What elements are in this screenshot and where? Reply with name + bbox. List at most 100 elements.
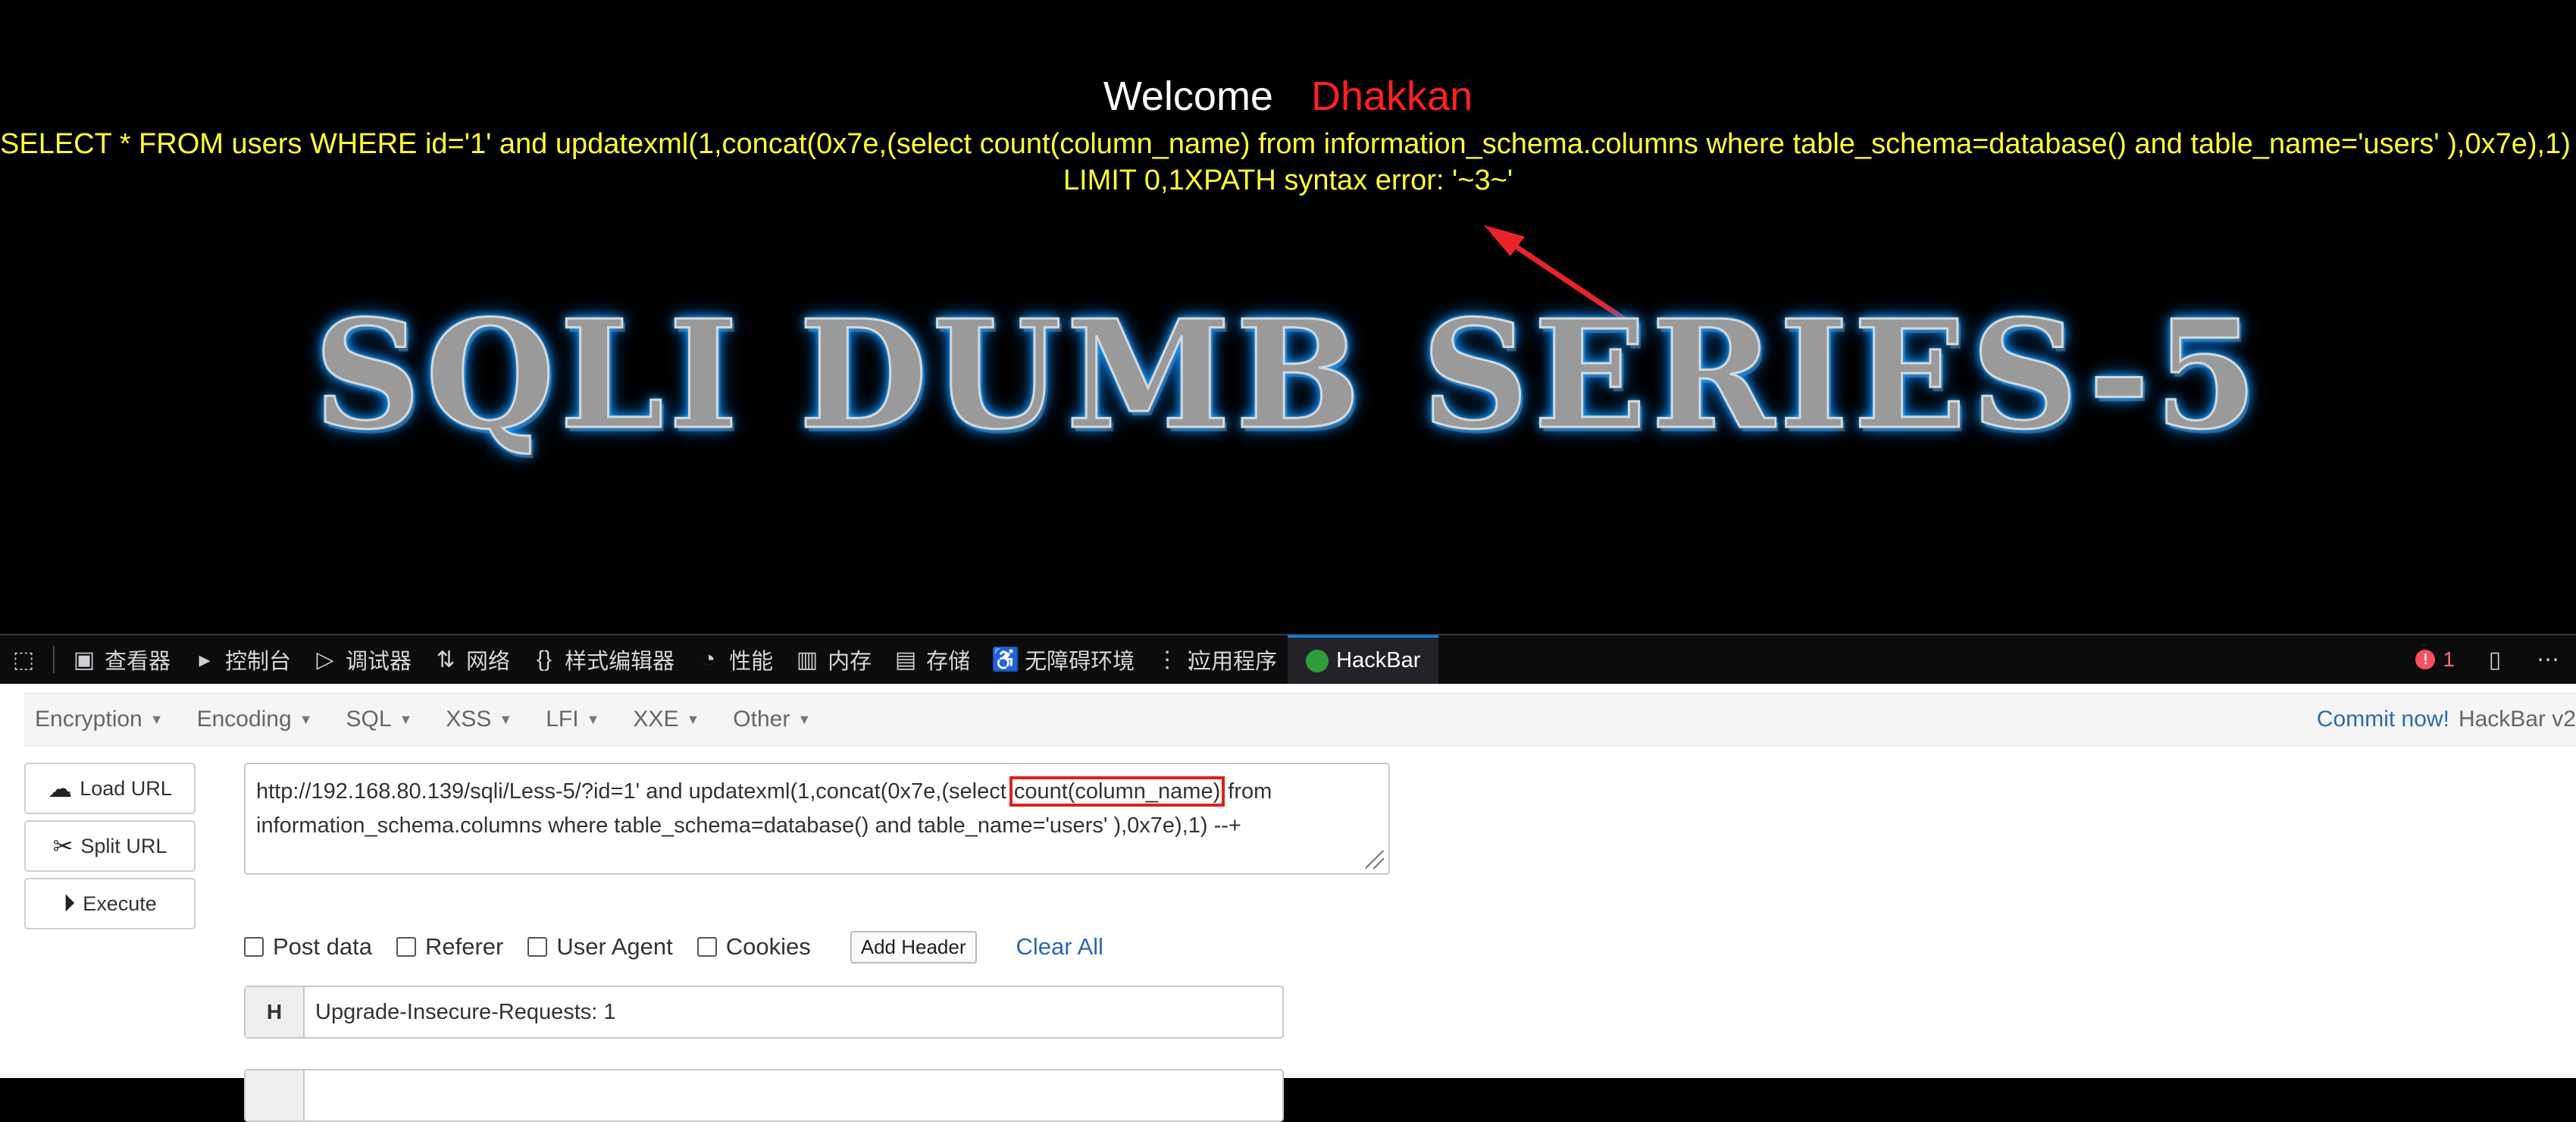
menu-sql[interactable]: SQL ▼ <box>336 707 413 732</box>
commit-now-link[interactable]: Commit now! <box>2317 707 2449 732</box>
checkbox-icon <box>696 937 717 957</box>
referer-label: Referer <box>424 933 504 960</box>
header-label: H <box>246 987 305 1037</box>
caret-down-icon: ▼ <box>499 711 513 727</box>
hackbar-panel: Encryption ▼ Encoding ▼ SQL ▼ XSS ▼ LFI ▼ XXE ▼ Othe… <box>0 684 2576 1122</box>
menu-encryption[interactable]: Encryption ▼ <box>24 707 164 732</box>
cloud-download-icon: ☁ <box>48 775 73 802</box>
post-data-checkbox[interactable]: Post data <box>244 933 372 961</box>
url-text-part2: from <box>1222 779 1272 804</box>
tab-console[interactable]: ▸ 控制台 <box>181 635 302 684</box>
header-row[interactable] <box>244 1069 1284 1122</box>
user-agent-label: User Agent <box>556 933 673 960</box>
tab-hackbar[interactable]: HackBar <box>1288 635 1439 684</box>
split-url-label: Split URL <box>80 834 167 857</box>
tab-label: 性能 <box>729 650 774 674</box>
tab-label: 应用程序 <box>1189 650 1278 674</box>
cookies-checkbox[interactable]: Cookies <box>696 933 811 961</box>
checkbox-icon <box>244 937 264 957</box>
error-icon: ! <box>2415 650 2436 669</box>
menu-label: SQL <box>346 707 392 732</box>
caret-down-icon: ▼ <box>797 711 812 727</box>
network-icon: ⇅ <box>436 647 455 672</box>
tab-label: 内存 <box>828 650 872 674</box>
cookies-label: Cookies <box>725 933 811 960</box>
caret-down-icon: ▼ <box>586 711 600 727</box>
url-textarea[interactable]: http://192.168.80.139/sqli/Less-5/?id=1'… <box>244 763 1390 875</box>
url-highlighted-payload: count(column_name) <box>1009 776 1225 807</box>
tab-memory[interactable]: ▥ 内存 <box>784 635 882 684</box>
menu-lfi[interactable]: LFI ▼ <box>535 707 599 732</box>
tab-label: HackBar <box>1336 648 1421 672</box>
console-icon: ▸ <box>199 647 211 672</box>
tab-style-editor[interactable]: {} 样式编辑器 <box>521 635 685 684</box>
tab-debugger[interactable]: ▷ 调试器 <box>302 635 422 684</box>
accessibility-icon: ♿ <box>991 647 1020 672</box>
caret-down-icon: ▼ <box>149 711 164 727</box>
devtools-toolbar: ⬚ ▣ 查看器 ▸ 控制台 ▷ 调试器 ⇅ 网络{} 样式编辑器 ◔ 性能 ▥ 内存 ▤ 存储 ♿ 无障碍环境 ⋮… <box>0 634 2576 685</box>
resize-handle-icon[interactable] <box>1366 851 1384 869</box>
execute-button[interactable]: ⏵ Execute <box>24 878 196 929</box>
hackbar-version: HackBar v2 <box>2458 707 2576 732</box>
add-header-button[interactable]: Add Header <box>850 930 977 964</box>
hackbar-menu: Encryption ▼ Encoding ▼ SQL ▼ XSS ▼ LFI ▼ XXE ▼ Othe… <box>24 693 2576 746</box>
header-value[interactable]: Upgrade-Insecure-Requests: 1 <box>305 987 616 1037</box>
caret-down-icon: ▼ <box>399 711 413 727</box>
caret-down-icon: ▼ <box>686 711 700 727</box>
pick-element-icon: ⬚ <box>12 647 35 672</box>
style-editor-icon: {} <box>537 647 552 672</box>
tab-storage[interactable]: ▤ 存储 <box>882 635 981 684</box>
menu-label: Encoding <box>196 707 292 732</box>
memory-icon: ▥ <box>796 647 818 672</box>
menu-xss[interactable]: XSS ▼ <box>435 707 512 732</box>
split-url-button[interactable]: ✂ Split URL <box>24 820 196 872</box>
request-options: Post data Referer User Agent Cookies Add… <box>244 929 1103 964</box>
menu-label: Other <box>733 707 790 732</box>
tab-label: 存储 <box>926 650 971 674</box>
menu-label: XSS <box>446 707 492 732</box>
tab-label: 控制台 <box>225 650 292 674</box>
more-options-icon[interactable]: ⋯ <box>2535 647 2561 673</box>
menu-xxe[interactable]: XXE ▼ <box>622 707 700 732</box>
play-circle-icon: ⏵ <box>63 889 76 917</box>
page-content: Welcome Dhakkan SELECT * FROM users WHERE… <box>0 0 2576 634</box>
tab-performance[interactable]: ◔ 性能 <box>685 635 784 684</box>
menu-encoding[interactable]: Encoding ▼ <box>186 707 313 732</box>
checkbox-icon <box>396 937 416 957</box>
hackbar-icon <box>1306 649 1329 672</box>
tab-label: 样式编辑器 <box>565 650 675 674</box>
tab-label: 查看器 <box>105 650 171 674</box>
load-url-label: Load URL <box>80 776 172 800</box>
tab-label: 调试器 <box>346 650 412 674</box>
clear-all-link[interactable]: Clear All <box>1016 933 1103 961</box>
series-banner: SQLI DUMB SERIES-5 <box>312 287 2263 464</box>
menu-label: LFI <box>546 707 579 732</box>
url-text-part1: http://192.168.80.139/sqli/Less-5/?id=1'… <box>256 779 1013 804</box>
execute-label: Execute <box>83 892 157 915</box>
tab-inspector[interactable]: ▣ 查看器 <box>61 635 181 684</box>
error-count-badge[interactable]: ! 1 <box>2415 647 2455 672</box>
toolbar-divider <box>53 646 55 673</box>
user-agent-checkbox[interactable]: User Agent <box>527 933 673 961</box>
url-text-line2: information_schema.columns where table_s… <box>256 813 1241 838</box>
tab-accessibility[interactable]: ♿ 无障碍环境 <box>981 635 1145 684</box>
tab-label: 无障碍环境 <box>1025 650 1135 674</box>
inspector-icon: ▣ <box>73 647 95 672</box>
storage-icon: ▤ <box>894 647 917 672</box>
debugger-icon: ▷ <box>316 647 334 672</box>
tab-application[interactable]: ⋮⋮ 应用程序 <box>1145 635 1288 684</box>
menu-other[interactable]: Other ▼ <box>722 707 811 732</box>
checkbox-icon <box>527 937 548 957</box>
header-row[interactable]: H Upgrade-Insecure-Requests: 1 <box>244 986 1284 1039</box>
scissors-icon: ✂ <box>52 832 74 860</box>
performance-icon: ◔ <box>702 647 716 672</box>
post-data-label: Post data <box>273 933 372 960</box>
element-picker-button[interactable]: ⬚ <box>0 635 47 684</box>
error-count: 1 <box>2443 647 2455 671</box>
menu-label: XXE <box>633 707 679 732</box>
application-icon: ⋮⋮ <box>1156 647 1202 672</box>
referer-checkbox[interactable]: Referer <box>396 933 503 961</box>
tab-network[interactable]: ⇅ 网络 <box>422 635 521 684</box>
dock-side-icon[interactable]: ▯ <box>2482 647 2508 673</box>
load-url-button[interactable]: ☁ Load URL <box>24 763 196 814</box>
